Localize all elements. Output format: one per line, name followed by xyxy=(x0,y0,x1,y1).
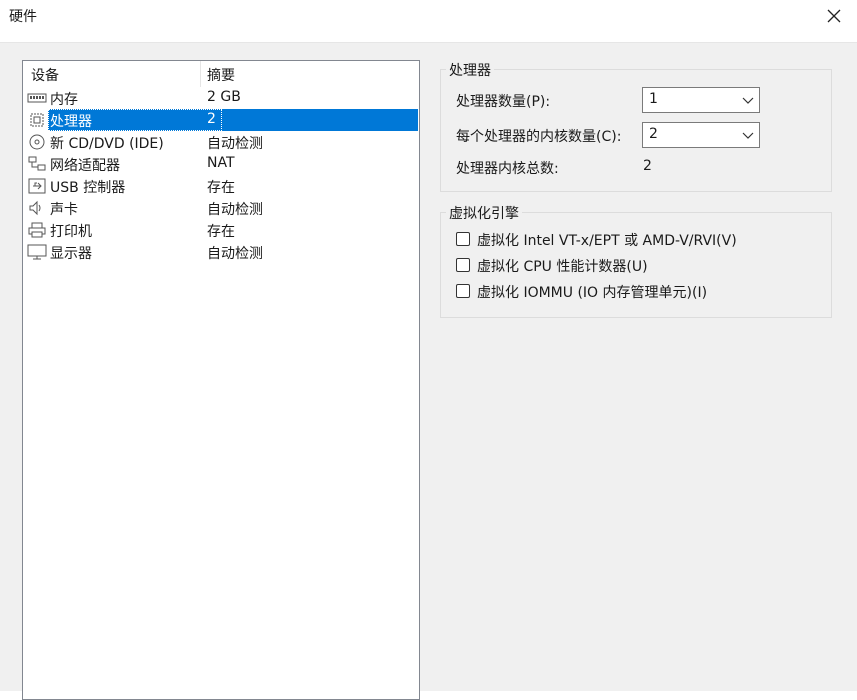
processor-group-title: 处理器 xyxy=(446,60,494,80)
device-list[interactable]: 设备 摘要 内存 2 GB 处理器 2 新 CD/DVD (IDE) 自动检测 xyxy=(22,60,420,700)
total-cores-value: 2 xyxy=(643,158,652,174)
cores-per-processor-label: 每个处理器的内核数量(C): xyxy=(456,129,622,145)
network-adapter-icon xyxy=(28,156,46,171)
virtualize-vtx-label: 虚拟化 Intel VT-x/EPT 或 AMD-V/RVI(V) xyxy=(477,233,737,249)
cores-per-processor-value: 2 xyxy=(649,126,658,142)
device-summary: 2 xyxy=(207,111,216,127)
column-header-device[interactable]: 设备 xyxy=(31,65,59,85)
virtualize-vtx-checkbox[interactable] xyxy=(456,232,470,246)
device-summary: 存在 xyxy=(207,224,235,240)
device-summary: 自动检测 xyxy=(207,136,263,152)
device-summary: NAT xyxy=(207,155,235,171)
device-summary: 自动检测 xyxy=(207,246,263,262)
memory-icon xyxy=(27,93,47,103)
device-name: 处理器 xyxy=(50,114,92,130)
virtualize-cpu-counters-checkbox[interactable] xyxy=(456,258,470,272)
processor-count-label: 处理器数量(P): xyxy=(456,94,551,110)
list-item-printer[interactable]: 打印机 存在 xyxy=(23,219,419,241)
list-item-network-adapter[interactable]: 网络适配器 NAT xyxy=(23,153,419,175)
total-cores-label: 处理器内核总数: xyxy=(456,161,559,177)
processor-count-select[interactable]: 1 xyxy=(642,87,760,113)
device-name: 网络适配器 xyxy=(50,158,120,174)
device-name: 内存 xyxy=(50,92,78,108)
processor-icon xyxy=(30,113,44,127)
virtualization-group-title: 虚拟化引擎 xyxy=(446,203,522,223)
device-name: 声卡 xyxy=(50,202,78,218)
window-title: 硬件 xyxy=(9,9,37,25)
cd-dvd-icon xyxy=(29,134,45,150)
list-item-monitor[interactable]: 显示器 自动检测 xyxy=(23,241,419,263)
list-item-memory[interactable]: 内存 2 GB xyxy=(23,87,419,109)
virtualize-iommu-checkbox[interactable] xyxy=(456,284,470,298)
monitor-icon xyxy=(27,244,47,260)
column-header-summary[interactable]: 摘要 xyxy=(207,65,235,85)
virtualize-iommu-label: 虚拟化 IOMMU (IO 内存管理单元)(I) xyxy=(477,285,708,301)
close-icon xyxy=(827,9,841,23)
device-name: 打印机 xyxy=(50,224,92,240)
list-item-cd-dvd[interactable]: 新 CD/DVD (IDE) 自动检测 xyxy=(23,131,419,153)
printer-icon xyxy=(28,222,46,238)
virtualize-cpu-counters-label: 虚拟化 CPU 性能计数器(U) xyxy=(477,259,648,275)
list-item-processor[interactable]: 处理器 2 xyxy=(23,109,419,131)
usb-icon xyxy=(28,178,46,194)
list-item-usb-controller[interactable]: USB 控制器 存在 xyxy=(23,175,419,197)
title-bar: 硬件 xyxy=(0,0,857,32)
processor-count-value: 1 xyxy=(649,91,658,107)
device-name: 显示器 xyxy=(50,246,92,262)
cores-per-processor-select[interactable]: 2 xyxy=(642,122,760,148)
device-summary: 自动检测 xyxy=(207,202,263,218)
device-name: USB 控制器 xyxy=(50,180,126,196)
list-item-sound-card[interactable]: 声卡 自动检测 xyxy=(23,197,419,219)
close-button[interactable] xyxy=(811,0,857,32)
device-name: 新 CD/DVD (IDE) xyxy=(50,136,164,152)
list-header: 设备 摘要 xyxy=(23,61,419,87)
speaker-icon xyxy=(29,200,41,216)
device-summary: 存在 xyxy=(207,180,235,196)
device-summary: 2 GB xyxy=(207,89,241,105)
column-divider[interactable] xyxy=(200,61,201,87)
chevron-down-icon xyxy=(742,97,754,104)
chevron-down-icon xyxy=(742,132,754,139)
